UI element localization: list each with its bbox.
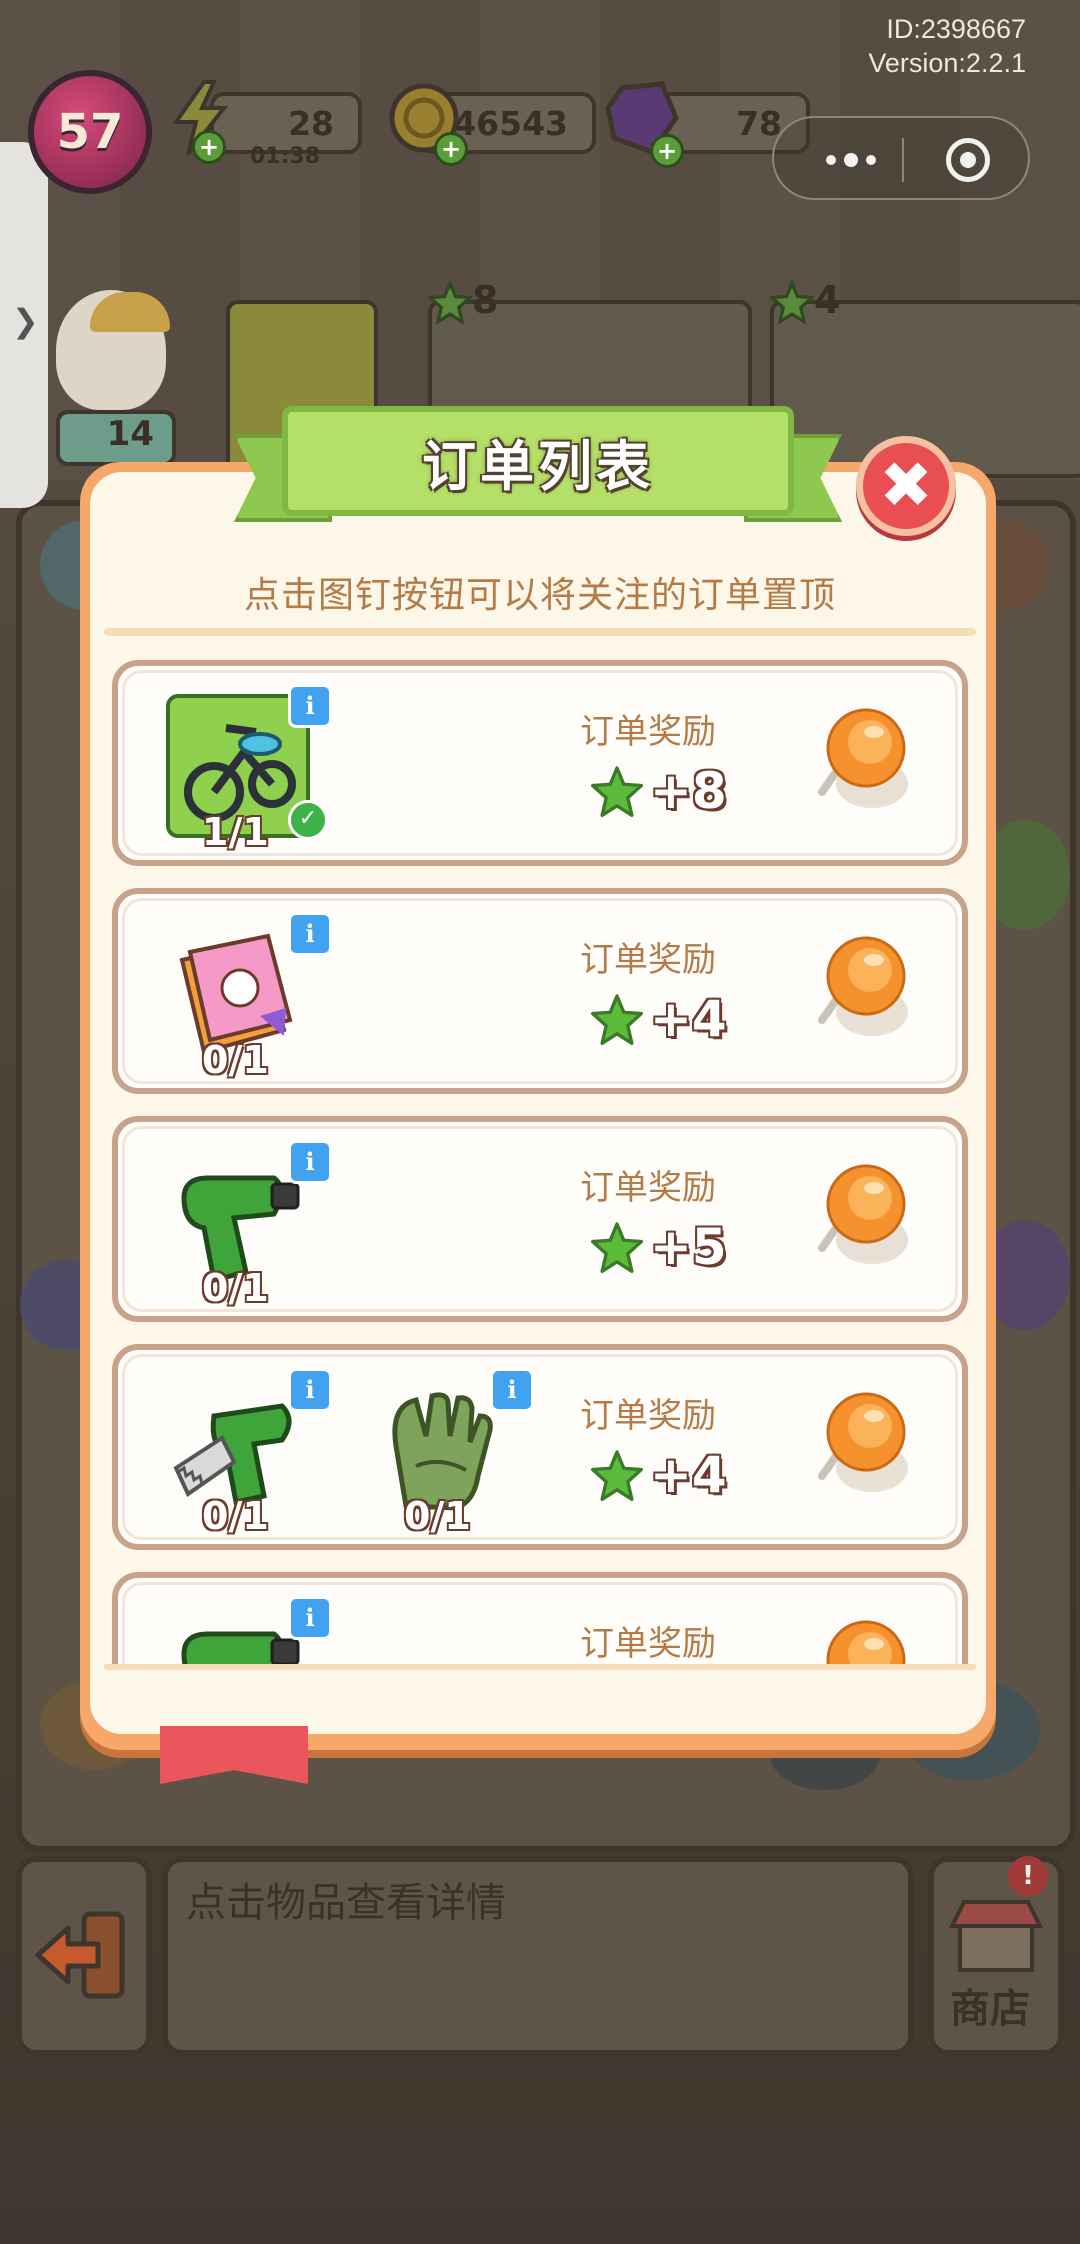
pin-icon[interactable] (814, 700, 914, 820)
chevron-right-icon: ❯ (12, 302, 39, 340)
close-button[interactable]: ✖ (856, 436, 956, 536)
divider (104, 628, 976, 636)
modal-title-banner: 订单列表 (234, 406, 842, 536)
item-progress: 0/1 (202, 1494, 269, 1538)
reward-label: 订单奖励 (580, 1168, 716, 1208)
reward-label: 订单奖励 (580, 1396, 716, 1436)
order-list[interactable]: i 1/1 ✓ 订单奖励 +8 i 0/1 订单奖励 +4 i 0/1 订单奖励… (104, 650, 976, 1666)
reward-label: 订单奖励 (580, 940, 716, 980)
pin-icon[interactable] (814, 928, 914, 1048)
reward-amount: +8 (650, 762, 727, 820)
exit-button[interactable] (16, 1856, 152, 2056)
shop-icon (948, 1900, 1044, 1972)
capsule-divider (902, 138, 904, 182)
pin-icon[interactable] (814, 1384, 914, 1504)
background-star-counter: 14 (56, 410, 176, 466)
reward-amount: +4 (650, 990, 727, 1048)
reward-value: +8 (590, 762, 727, 820)
list-bottom-divider (104, 1664, 976, 1670)
star-icon (770, 280, 814, 324)
order-row[interactable]: i 订单奖励 (112, 1572, 968, 1666)
order-row[interactable]: i 0/1 i 0/1 订单奖励 +4 (112, 1344, 968, 1550)
order-row[interactable]: i 0/1 订单奖励 +4 (112, 888, 968, 1094)
star-icon (591, 994, 643, 1045)
pin-icon[interactable] (814, 1612, 914, 1666)
reward-amount: +5 (650, 1218, 727, 1276)
exit-icon (35, 1911, 125, 1999)
coin-value: 46543 (453, 103, 568, 143)
item-progress: 0/1 (202, 1038, 269, 1082)
modal-title: 订单列表 (422, 434, 654, 498)
close-icon: ✖ (879, 449, 933, 523)
add-gems-button[interactable]: + (650, 134, 684, 168)
order-item[interactable]: i 0/1 (164, 1140, 332, 1310)
level-badge[interactable]: 57 (28, 70, 152, 194)
star-icon (591, 1450, 643, 1501)
info-icon[interactable]: i (490, 1368, 534, 1412)
more-menu-icon[interactable] (826, 140, 896, 180)
banner-plate: 订单列表 (282, 406, 794, 516)
order-item[interactable]: i 0/1 (366, 1368, 534, 1538)
order-item[interactable]: i (164, 1596, 332, 1666)
energy-value: 28 (288, 103, 334, 143)
side-drawer-tab[interactable]: ❯ (0, 142, 48, 508)
reward-amount: +4 (650, 1446, 727, 1504)
star-icon (591, 1222, 643, 1273)
gem-value: 78 (736, 103, 782, 143)
item-progress: 1/1 (202, 810, 269, 854)
reward-value: +4 (590, 990, 727, 1048)
energy-timer: 01:38 (250, 144, 321, 169)
info-icon[interactable]: i (288, 1368, 332, 1412)
close-miniprogram-icon[interactable] (946, 138, 990, 182)
reward-label: 订单奖励 (580, 1624, 716, 1664)
pin-hint-text: 点击图钉按钮可以将关注的订单置顶 (243, 575, 836, 616)
version-text: Version:2.2.1 (868, 48, 1026, 78)
info-icon[interactable]: i (288, 1596, 332, 1640)
add-energy-button[interactable]: + (192, 130, 226, 164)
shop-label: 商店 (950, 1986, 1030, 2032)
reward-value: +4 (590, 1446, 727, 1504)
info-icon[interactable]: i (288, 1140, 332, 1184)
order-item[interactable]: i 0/1 (164, 1368, 332, 1538)
info-icon[interactable]: i (288, 912, 332, 956)
background-order-reward: 8 (472, 278, 499, 322)
pin-icon[interactable] (814, 1156, 914, 1276)
shop-alert-icon: ! (1008, 1856, 1048, 1896)
reward-label: 订单奖励 (580, 712, 716, 752)
miniprogram-capsule (772, 116, 1030, 200)
item-progress: 0/1 (202, 1266, 269, 1310)
player-id: ID:2398667 (886, 14, 1026, 44)
build-info: ID:2398667 Version:2.2.1 (868, 12, 1026, 80)
order-row[interactable]: i 1/1 ✓ 订单奖励 +8 (112, 660, 968, 866)
check-icon: ✓ (288, 800, 328, 840)
star-icon (428, 280, 472, 324)
level-number: 57 (56, 104, 124, 160)
item-progress: 0/1 (404, 1494, 471, 1538)
item-detail-placeholder: 点击物品查看详情 (186, 1880, 506, 1926)
reward-value: +5 (590, 1218, 727, 1276)
order-item[interactable]: i 1/1 ✓ (164, 684, 332, 854)
info-icon[interactable]: i (288, 684, 332, 728)
star-icon (591, 766, 643, 817)
order-item[interactable]: i 0/1 (164, 912, 332, 1082)
order-row[interactable]: i 0/1 订单奖励 +5 (112, 1116, 968, 1322)
background-order-reward: 4 (814, 278, 841, 322)
add-coins-button[interactable]: + (434, 132, 468, 166)
